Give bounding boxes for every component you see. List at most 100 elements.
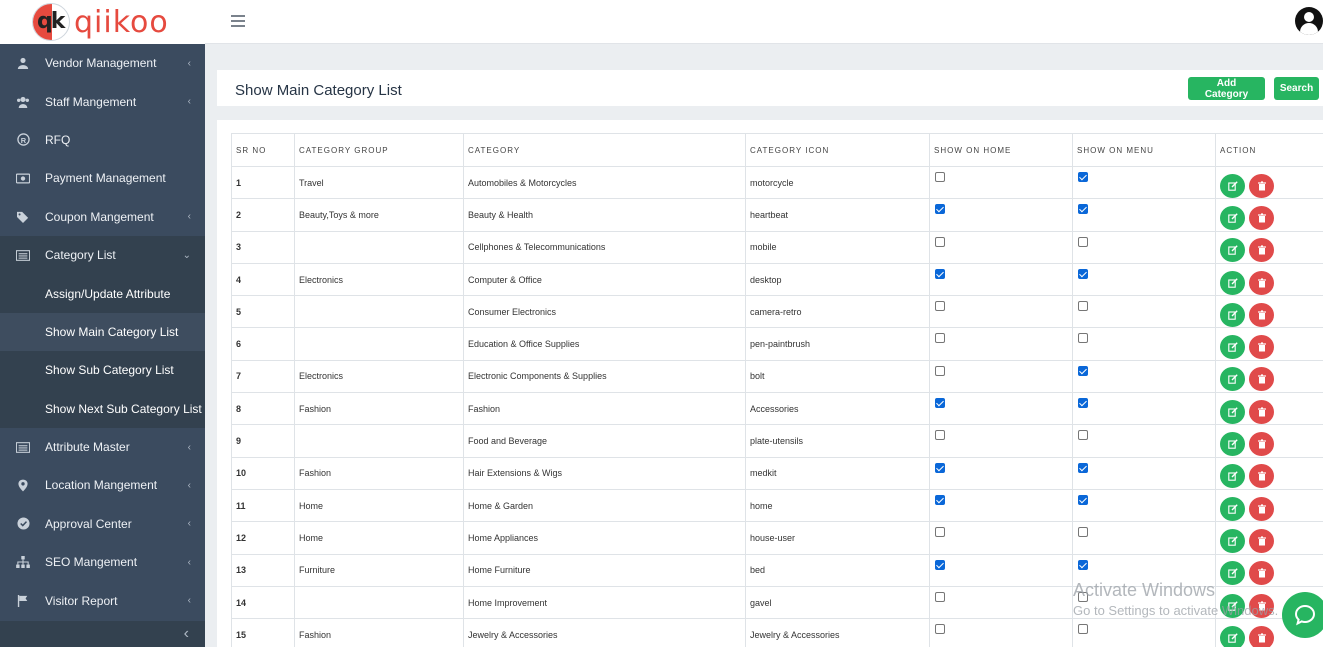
show-on-home-checkbox[interactable] <box>935 430 945 441</box>
cell-category-group <box>294 230 464 264</box>
sidebar-subitem-show-next-sub-category-list[interactable]: Show Next Sub Category List <box>0 389 205 428</box>
edit-icon[interactable] <box>1220 205 1245 230</box>
add-category-button[interactable]: Add Category <box>1188 77 1265 100</box>
sidebar-item-vendor-management[interactable]: Vendor Management ‹ <box>0 44 205 82</box>
sidebar-item-category-list[interactable]: Category List ⌄ <box>0 235 205 275</box>
edit-icon[interactable] <box>1220 335 1245 360</box>
trash-icon[interactable] <box>1249 173 1274 198</box>
column-header-sr-no[interactable]: SR NO <box>231 133 295 167</box>
edit-icon[interactable] <box>1220 561 1245 586</box>
table-row: 8 Fashion Fashion Accessories <box>231 392 1323 426</box>
edit-icon[interactable] <box>1220 625 1245 647</box>
show-on-menu-checkbox[interactable] <box>1078 462 1088 473</box>
show-on-menu-checkbox[interactable] <box>1078 333 1088 344</box>
show-on-menu-checkbox[interactable] <box>1078 365 1088 376</box>
list-icon <box>16 440 30 454</box>
edit-icon[interactable] <box>1220 528 1245 553</box>
show-on-home-checkbox[interactable] <box>935 301 945 312</box>
trash-icon[interactable] <box>1249 432 1274 457</box>
show-on-menu-checkbox[interactable] <box>1078 301 1088 312</box>
column-header-category-icon[interactable]: CATEGORY ICON <box>745 133 930 167</box>
sidebar-item-rfq[interactable]: R RFQ <box>0 121 205 159</box>
sidebar-item-seo-mangement[interactable]: SEO Mangement ‹ <box>0 543 205 581</box>
show-on-menu-checkbox[interactable] <box>1078 204 1088 215</box>
sidebar-item-staff-mangement[interactable]: Staff Mangement ‹ <box>0 82 205 120</box>
trash-icon[interactable] <box>1249 302 1274 327</box>
table-row: 13 Furniture Home Furniture bed <box>231 553 1323 587</box>
trash-icon[interactable] <box>1249 593 1274 618</box>
show-on-home-checkbox[interactable] <box>935 236 945 247</box>
logo[interactable]: qk qiikoo <box>0 0 205 44</box>
cell-category-group: Travel <box>294 165 464 200</box>
show-on-home-checkbox[interactable] <box>935 365 945 376</box>
show-on-menu-checkbox[interactable] <box>1078 430 1088 441</box>
edit-icon[interactable] <box>1220 270 1245 295</box>
chevron-left-icon: ‹ <box>187 556 191 568</box>
menu-toggle-icon[interactable] <box>231 15 245 27</box>
sidebar-item-coupon-mangement[interactable]: Coupon Mangement ‹ <box>0 198 205 236</box>
show-on-home-checkbox[interactable] <box>935 333 945 344</box>
column-header-show-on-home[interactable]: SHOW ON HOME <box>929 133 1073 167</box>
trash-icon[interactable] <box>1249 399 1274 424</box>
edit-icon[interactable] <box>1220 432 1245 457</box>
column-header-category-group[interactable]: CATEGORY GROUP <box>294 133 464 167</box>
show-on-home-checkbox[interactable] <box>935 398 945 409</box>
trash-icon[interactable] <box>1249 270 1274 295</box>
cell-category: Home & Garden <box>463 488 746 523</box>
cell-show-on-home <box>929 295 1073 329</box>
table-row: 4 Electronics Computer & Office desktop <box>231 262 1323 297</box>
sidebar-item-payment-management[interactable]: Payment Management <box>0 159 205 197</box>
show-on-home-checkbox[interactable] <box>935 494 945 505</box>
show-on-home-checkbox[interactable] <box>935 172 945 182</box>
show-on-menu-checkbox[interactable] <box>1078 527 1088 538</box>
trash-icon[interactable] <box>1249 625 1274 647</box>
sidebar-subitem-show-sub-category-list[interactable]: Show Sub Category List <box>0 351 205 390</box>
show-on-home-checkbox[interactable] <box>935 624 945 635</box>
edit-icon[interactable] <box>1220 367 1245 392</box>
sidebar-subitem-show-main-category-list[interactable]: Show Main Category List <box>0 312 205 352</box>
show-on-home-checkbox[interactable] <box>935 527 945 538</box>
trash-icon[interactable] <box>1249 367 1274 392</box>
edit-icon[interactable] <box>1220 593 1245 618</box>
show-on-home-checkbox[interactable] <box>935 268 945 279</box>
search-button[interactable]: Search <box>1274 77 1319 100</box>
show-on-menu-checkbox[interactable] <box>1078 236 1088 247</box>
trash-icon[interactable] <box>1249 238 1274 263</box>
sidebar-item-location-mangement[interactable]: Location Mangement ‹ <box>0 466 205 504</box>
show-on-menu-checkbox[interactable] <box>1078 494 1088 505</box>
cell-show-on-menu <box>1072 392 1216 426</box>
trash-icon[interactable] <box>1249 464 1274 489</box>
show-on-home-checkbox[interactable] <box>935 591 945 602</box>
edit-icon[interactable] <box>1220 173 1245 198</box>
trash-icon[interactable] <box>1249 205 1274 230</box>
sidebar-subitem-assign-update-attribute[interactable]: Assign/Update Attribute <box>0 274 205 313</box>
sidebar-collapse-toggle[interactable]: ‹ <box>0 621 205 647</box>
show-on-menu-checkbox[interactable] <box>1078 591 1088 602</box>
column-header-show-on-menu[interactable]: SHOW ON MENU <box>1072 133 1216 167</box>
sidebar-item-visitor-report[interactable]: Visitor Report ‹ <box>0 581 205 619</box>
show-on-menu-checkbox[interactable] <box>1078 172 1088 182</box>
sidebar-item-approval-center[interactable]: Approval Center ‹ <box>0 505 205 543</box>
trash-icon[interactable] <box>1249 496 1274 521</box>
show-on-home-checkbox[interactable] <box>935 462 945 473</box>
column-header-category[interactable]: CATEGORY <box>463 133 746 167</box>
trash-icon[interactable] <box>1249 335 1274 360</box>
edit-icon[interactable] <box>1220 302 1245 327</box>
chat-widget-icon[interactable] <box>1282 592 1323 638</box>
show-on-menu-checkbox[interactable] <box>1078 559 1088 570</box>
show-on-menu-checkbox[interactable] <box>1078 268 1088 279</box>
edit-icon[interactable] <box>1220 238 1245 263</box>
show-on-menu-checkbox[interactable] <box>1078 398 1088 409</box>
show-on-home-checkbox[interactable] <box>935 559 945 570</box>
show-on-menu-checkbox[interactable] <box>1078 624 1088 635</box>
table-row: 5 Consumer Electronics camera-retro <box>231 295 1323 329</box>
sidebar-item-attribute-master[interactable]: Attribute Master ‹ <box>0 428 205 466</box>
edit-icon[interactable] <box>1220 399 1245 424</box>
trash-icon[interactable] <box>1249 528 1274 553</box>
user-avatar-icon[interactable] <box>1295 7 1323 35</box>
cell-category-icon: heartbeat <box>745 198 930 232</box>
show-on-home-checkbox[interactable] <box>935 204 945 215</box>
edit-icon[interactable] <box>1220 464 1245 489</box>
edit-icon[interactable] <box>1220 496 1245 521</box>
trash-icon[interactable] <box>1249 561 1274 586</box>
